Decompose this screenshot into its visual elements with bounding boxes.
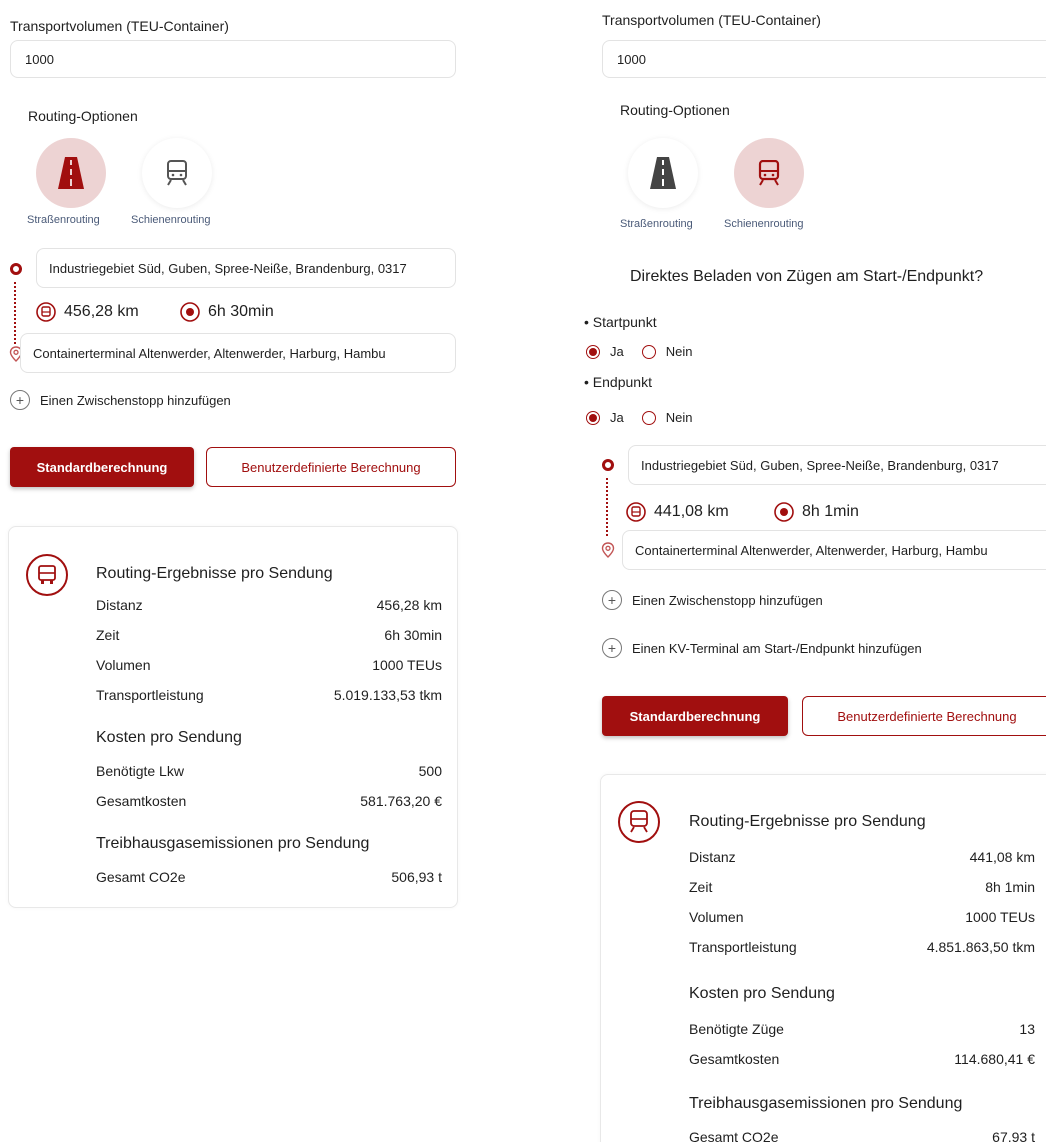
radio-nein-label: Nein: [665, 344, 693, 359]
plus-icon: +: [602, 590, 622, 610]
road-icon: [58, 157, 84, 189]
result-row: Zeit 6h 30min: [96, 627, 442, 643]
end-pin-icon: [601, 542, 615, 558]
route-duration: 8h 1min: [774, 502, 859, 522]
add-kv-terminal-button[interactable]: + Einen KV-Terminal am Start-/Endpunkt h…: [602, 638, 922, 658]
train-icon: [167, 160, 187, 186]
standard-calc-button[interactable]: Standardberechnung: [602, 696, 788, 736]
train-icon: [758, 160, 780, 186]
routing-options-title: Routing-Optionen: [28, 108, 138, 124]
clock-icon: [774, 502, 794, 522]
truck-icon: [26, 554, 68, 596]
radio-nein-end[interactable]: [641, 410, 656, 425]
custom-calc-button[interactable]: Benutzerdefinierte Berechnung: [206, 447, 456, 487]
results-card: Routing-Ergebnisse pro Sendung Distanz 45…: [8, 526, 458, 908]
rail-routing-button[interactable]: [734, 138, 804, 208]
bus-icon: [36, 302, 56, 322]
radio-nein-label: Nein: [665, 410, 693, 425]
direct-loading-question: Direktes Beladen von Zügen am Start-/End…: [630, 268, 984, 285]
volume-input[interactable]: 1000: [10, 40, 456, 78]
radio-ja-end[interactable]: [586, 410, 600, 425]
route-connector: [14, 282, 16, 344]
route-distance: 456,28 km: [36, 302, 139, 322]
volume-label: Transportvolumen (TEU-Container): [602, 12, 821, 28]
road-routing-button[interactable]: [628, 138, 698, 208]
endpunkt-options: Ja Nein: [586, 410, 692, 425]
result-row: Distanz 456,28 km: [96, 597, 442, 613]
volume-input[interactable]: 1000: [602, 40, 1046, 78]
custom-calc-button[interactable]: Benutzerdefinierte Berechnung: [802, 696, 1046, 736]
rail-routing-label: Schienenrouting: [724, 218, 804, 230]
add-stop-label: Einen Zwischenstopp hinzufügen: [40, 392, 231, 408]
result-row: Volumen 1000 TEUs: [96, 657, 442, 673]
result-row: Volumen 1000 TEUs: [689, 909, 1035, 925]
rail-routing-button[interactable]: [142, 138, 212, 208]
add-stop-button[interactable]: + Einen Zwischenstopp hinzufügen: [602, 590, 823, 610]
start-marker-icon: [602, 459, 614, 471]
results-heading: Routing-Ergebnisse pro Sendung: [96, 565, 333, 582]
ghg-heading: Treibhausgasemissionen pro Sendung: [689, 1095, 963, 1112]
endpunkt-label: • Endpunkt: [584, 374, 652, 390]
duration-value: 6h 30min: [208, 303, 274, 320]
standard-calc-button[interactable]: Standardberechnung: [10, 447, 194, 487]
radio-ja-start[interactable]: [586, 344, 600, 359]
clock-icon: [180, 302, 200, 322]
start-marker-icon: [10, 263, 22, 275]
duration-value: 8h 1min: [802, 503, 859, 520]
ghg-row: Gesamt CO2e 506,93 t: [96, 869, 442, 885]
route-duration: 6h 30min: [180, 302, 274, 322]
radio-ja-label: Ja: [610, 344, 624, 359]
distance-value: 456,28 km: [64, 303, 139, 320]
result-row: Transportleistung 4.851.863,50 tkm: [689, 939, 1035, 955]
end-location-input[interactable]: Containerterminal Altenwerder, Altenwerd…: [622, 530, 1046, 570]
plus-icon: +: [10, 390, 30, 410]
radio-ja-label: Ja: [610, 410, 624, 425]
end-location-input[interactable]: Containerterminal Altenwerder, Altenwerd…: [20, 333, 456, 373]
result-row: Zeit 8h 1min: [689, 879, 1035, 895]
rail-routing-label: Schienenrouting: [131, 214, 211, 226]
cost-row: Gesamtkosten 581.763,20 €: [96, 793, 442, 809]
train-small-icon: [626, 502, 646, 522]
ghg-row: Gesamt CO2e 67,93 t: [689, 1129, 1035, 1142]
plus-icon: +: [602, 638, 622, 658]
add-kv-label: Einen KV-Terminal am Start-/Endpunkt hin…: [632, 640, 922, 656]
distance-value: 441,08 km: [654, 503, 729, 520]
route-distance: 441,08 km: [626, 502, 729, 522]
route-connector: [606, 478, 608, 536]
startpunkt-label: • Startpunkt: [584, 314, 657, 330]
radio-nein-start[interactable]: [641, 344, 656, 359]
results-heading: Routing-Ergebnisse pro Sendung: [689, 813, 926, 830]
cost-heading: Kosten pro Sendung: [96, 729, 242, 746]
add-stop-button[interactable]: + Einen Zwischenstopp hinzufügen: [10, 390, 231, 410]
train-icon: [618, 801, 660, 843]
cost-heading: Kosten pro Sendung: [689, 985, 835, 1002]
start-location-input[interactable]: Industriegebiet Süd, Guben, Spree-Neiße,…: [36, 248, 456, 288]
result-row: Transportleistung 5.019.133,53 tkm: [96, 687, 442, 703]
road-routing-label: Straßenrouting: [620, 218, 693, 230]
cost-row: Gesamtkosten 114.680,41 €: [689, 1051, 1035, 1067]
road-routing-button[interactable]: [36, 138, 106, 208]
routing-options-title: Routing-Optionen: [620, 102, 730, 118]
results-card: Routing-Ergebnisse pro Sendung Distanz 44…: [600, 774, 1046, 1142]
add-stop-label: Einen Zwischenstopp hinzufügen: [632, 592, 823, 608]
start-location-input[interactable]: Industriegebiet Süd, Guben, Spree-Neiße,…: [628, 445, 1046, 485]
result-row: Distanz 441,08 km: [689, 849, 1035, 865]
left-panel: Transportvolumen (TEU-Container) 1000 Ro…: [0, 0, 470, 908]
volume-label: Transportvolumen (TEU-Container): [10, 18, 229, 34]
road-icon: [650, 157, 676, 189]
cost-row: Benötigte Lkw 500: [96, 763, 442, 779]
right-panel: Transportvolumen (TEU-Container) 1000 Ro…: [582, 0, 1046, 1142]
ghg-heading: Treibhausgasemissionen pro Sendung: [96, 835, 370, 852]
startpunkt-options: Ja Nein: [586, 344, 692, 359]
road-routing-label: Straßenrouting: [27, 214, 100, 226]
cost-row: Benötigte Züge 13: [689, 1021, 1035, 1037]
